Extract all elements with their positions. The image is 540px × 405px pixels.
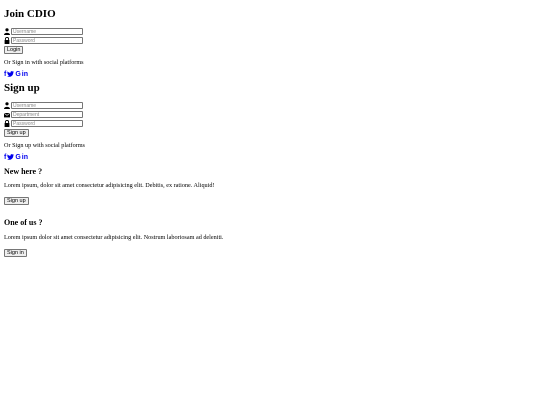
- new-here-panel: New here ? Lorem ipsum, dolor sit amet c…: [4, 167, 536, 205]
- panel-signin-button[interactable]: Sign in: [4, 248, 27, 257]
- page: Join CDIO Login Or Sign in with social p…: [0, 0, 540, 405]
- linkedin-link[interactable]: in: [22, 154, 28, 161]
- signup-username-row: [4, 101, 536, 110]
- facebook-icon: f: [4, 70, 7, 78]
- login-row: Login: [4, 45, 536, 54]
- user-icon: [4, 28, 10, 35]
- signup-submit-row: Sign up: [4, 128, 536, 137]
- signin-password-input[interactable]: [11, 37, 83, 44]
- twitter-link[interactable]: [7, 154, 15, 160]
- signin-username-input[interactable]: [11, 28, 83, 35]
- one-of-us-button-row: Sign in: [4, 248, 536, 257]
- google-icon: G: [15, 70, 21, 78]
- lock-icon: [4, 37, 10, 44]
- new-here-button-row: Sign up: [4, 196, 536, 205]
- twitter-icon: [7, 71, 15, 77]
- signup-department-row: [4, 110, 536, 119]
- twitter-link[interactable]: [7, 71, 15, 77]
- signin-title: Join CDIO: [4, 8, 56, 20]
- user-icon: [4, 102, 10, 109]
- google-icon: G: [15, 153, 21, 161]
- google-link[interactable]: G: [15, 154, 20, 161]
- twitter-icon: [7, 154, 15, 160]
- facebook-link[interactable]: f: [4, 154, 6, 161]
- signup-submit-button[interactable]: Sign up: [4, 128, 29, 137]
- signup-section: Sign up Sign up: [4, 82, 536, 161]
- one-of-us-title: One of us ?: [4, 218, 43, 227]
- signup-password-input[interactable]: [11, 120, 83, 127]
- signin-section: Join CDIO Login Or Sign in with social p…: [4, 8, 536, 78]
- facebook-icon: f: [4, 153, 7, 161]
- one-of-us-text: Lorem ipsum dolor sit amet consectetur a…: [4, 234, 224, 241]
- signin-form: Login: [4, 27, 536, 54]
- linkedin-link[interactable]: in: [22, 71, 28, 78]
- google-link[interactable]: G: [15, 71, 20, 78]
- panel-signup-button[interactable]: Sign up: [4, 196, 29, 205]
- signup-department-input[interactable]: [11, 111, 83, 118]
- signin-username-row: [4, 27, 536, 36]
- lock-icon: [4, 120, 10, 127]
- facebook-link[interactable]: f: [4, 71, 6, 78]
- signup-username-input[interactable]: [11, 102, 83, 109]
- signin-social-text: Or Sign in with social platforms: [4, 59, 84, 66]
- linkedin-icon: in: [21, 153, 29, 161]
- new-here-title: New here ?: [4, 167, 43, 176]
- signup-social-text: Or Sign up with social platforms: [4, 142, 85, 149]
- signup-title: Sign up: [4, 82, 40, 94]
- new-here-text: Lorem ipsum, dolor sit amet consectetur …: [4, 182, 215, 189]
- linkedin-icon: in: [21, 70, 29, 78]
- signup-social-links: f G in: [4, 153, 536, 161]
- signin-social-links: f G in: [4, 70, 536, 78]
- envelope-icon: [4, 111, 10, 118]
- signup-password-row: [4, 119, 536, 128]
- one-of-us-panel: One of us ? Lorem ipsum dolor sit amet c…: [4, 218, 536, 257]
- signin-password-row: [4, 36, 536, 45]
- login-button[interactable]: Login: [4, 45, 24, 54]
- signup-form: Sign up: [4, 101, 536, 137]
